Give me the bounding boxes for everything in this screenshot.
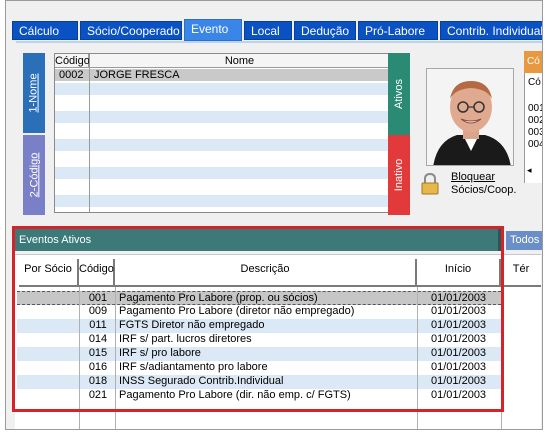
- table-row-empty: [55, 97, 389, 110]
- tab-ativos[interactable]: Ativos: [388, 53, 410, 135]
- cell-descricao: IRF s/ part. lucros diretores: [119, 333, 252, 345]
- member-photo: [426, 68, 514, 166]
- column-divider: [501, 287, 502, 429]
- tab-ativos-label: Ativos: [393, 79, 405, 109]
- table-row[interactable]: 001 Pagamento Pro Labore (prop. ou sócio…: [17, 291, 501, 305]
- cell-codigo: 009: [88, 305, 108, 317]
- application-window: Cálculo Sócio/Cooperado Evento Local Ded…: [5, 0, 543, 430]
- cell-inicio: 01/01/2003: [431, 319, 487, 331]
- cell-descricao: Pagamento Pro Labore (diretor não empreg…: [119, 305, 355, 317]
- table-row-empty: [55, 125, 389, 138]
- table-row[interactable]: 011 FGTS Diretor não empregado 01/01/200…: [17, 319, 501, 333]
- list-item[interactable]: 002: [528, 115, 542, 126]
- column-header-descricao[interactable]: Descrição: [115, 259, 417, 287]
- lock-icon[interactable]: [421, 172, 439, 195]
- column-header-codigo[interactable]: Código: [79, 259, 115, 287]
- table-row[interactable]: 014 IRF s/ part. lucros diretores 01/01/…: [17, 333, 501, 347]
- cell-descricao: IRF s/ pro labore: [119, 347, 201, 359]
- tab-strip-divider: [16, 41, 542, 43]
- cell-codigo: 015: [88, 347, 108, 359]
- table-row[interactable]: 009 Pagamento Pro Labore (diretor não em…: [17, 305, 501, 319]
- cell-inicio: 01/01/2003: [431, 389, 487, 401]
- tab-contrib-individual[interactable]: Contrib. Individual: [440, 21, 542, 40]
- table-row[interactable]: 018 INSS Segurado Contrib.Individual 01/…: [17, 375, 501, 389]
- table-row-empty: [55, 153, 389, 166]
- tab-calculo[interactable]: Cálculo: [12, 21, 78, 40]
- member-photo-image: [427, 69, 513, 165]
- tab-evento[interactable]: Evento: [184, 19, 242, 41]
- scroll-left-icon[interactable]: ◂: [527, 165, 532, 176]
- column-header-codigo[interactable]: Código: [55, 54, 90, 68]
- lock-socios-label[interactable]: Bloquear Sócios/Coop.: [451, 171, 516, 197]
- column-header-inicio[interactable]: Início: [417, 259, 501, 287]
- right-partial-tab[interactable]: Có: [524, 51, 542, 73]
- table-row-empty: [55, 167, 389, 180]
- right-partial-list: Có 001 002 003 004 ◂: [524, 73, 542, 183]
- tab-2-codigo[interactable]: 2-Código: [23, 135, 45, 215]
- cell-descricao: INSS Segurado Contrib.Individual: [119, 375, 284, 387]
- table-row[interactable]: 016 IRF s/adiantamento pro labore 01/01/…: [17, 361, 501, 375]
- cell-inicio: 01/01/2003: [431, 347, 487, 359]
- column-divider: [79, 287, 80, 429]
- cell-nome: JORGE FRESCA: [94, 69, 180, 81]
- table-row-empty: [55, 139, 389, 152]
- table-row[interactable]: 0002 JORGE FRESCA: [55, 69, 389, 82]
- cell-inicio: 01/01/2003: [431, 375, 487, 387]
- cell-inicio: 01/01/2003: [431, 305, 487, 317]
- cell-codigo: 011: [89, 319, 107, 331]
- eventos-ativos-header: Eventos Ativos: [15, 229, 501, 251]
- cell-descricao: FGTS Diretor não empregado: [119, 319, 265, 331]
- cell-codigo: 021: [88, 389, 108, 401]
- column-divider: [89, 54, 90, 212]
- tab-1-nome[interactable]: 1-Nome: [23, 53, 45, 133]
- column-header-por-socio[interactable]: Por Sócio: [19, 259, 79, 287]
- lock-label-line1: Bloquear: [451, 171, 496, 183]
- table-row-empty: [55, 195, 389, 208]
- tab-pro-labore[interactable]: Pró-Labore: [358, 21, 438, 40]
- column-header-termino[interactable]: Tér: [501, 259, 541, 287]
- column-header-nome[interactable]: Nome: [90, 54, 389, 68]
- screen: Cálculo Sócio/Cooperado Evento Local Ded…: [0, 0, 545, 432]
- cell-codigo: 0002: [59, 69, 84, 81]
- column-divider: [115, 287, 116, 429]
- cell-codigo: 001: [88, 292, 108, 304]
- lock-label-line2: Sócios/Coop.: [451, 184, 517, 196]
- column-divider: [417, 287, 418, 429]
- socio-grid: Código Nome 0002 JORGE FRESCA: [54, 53, 390, 213]
- list-item[interactable]: 003: [528, 127, 542, 138]
- table-row-empty: [55, 83, 389, 96]
- tab-inativo-label: Inativo: [393, 158, 406, 192]
- list-item[interactable]: 004: [528, 139, 542, 150]
- cell-codigo: 018: [88, 375, 108, 387]
- cell-descricao: Pagamento Pro Labore (prop. ou sócios): [119, 292, 318, 304]
- cell-codigo: 016: [88, 361, 108, 373]
- tab-deducao[interactable]: Dedução: [294, 21, 356, 40]
- tab-2-codigo-label: 2-Código: [28, 152, 41, 198]
- eventos-grid: Por Sócio Código Descrição Início Tér 00…: [15, 254, 541, 429]
- cell-inicio: 01/01/2003: [431, 361, 487, 373]
- cell-inicio: 01/01/2003: [431, 292, 487, 304]
- tab-inativo[interactable]: Inativo: [388, 135, 410, 215]
- cell-descricao: Pagamento Pro Labore (dir. não emp. c/ F…: [119, 389, 351, 401]
- table-row[interactable]: 021 Pagamento Pro Labore (dir. não emp. …: [17, 389, 501, 403]
- tab-1-nome-label: 1-Nome: [28, 73, 40, 113]
- tab-todos[interactable]: Todos: [506, 231, 542, 250]
- table-row-empty: [55, 111, 389, 124]
- cell-descricao: IRF s/adiantamento pro labore: [119, 361, 268, 373]
- right-partial-label: Có: [528, 77, 541, 88]
- tab-local[interactable]: Local: [244, 21, 292, 40]
- cell-codigo: 014: [88, 333, 108, 345]
- list-item[interactable]: 001: [528, 103, 542, 114]
- table-row[interactable]: 015 IRF s/ pro labore 01/01/2003: [17, 347, 501, 361]
- table-row-empty: [55, 181, 389, 194]
- cell-inicio: 01/01/2003: [431, 333, 487, 345]
- tab-socio-cooperado[interactable]: Sócio/Cooperado: [80, 21, 182, 40]
